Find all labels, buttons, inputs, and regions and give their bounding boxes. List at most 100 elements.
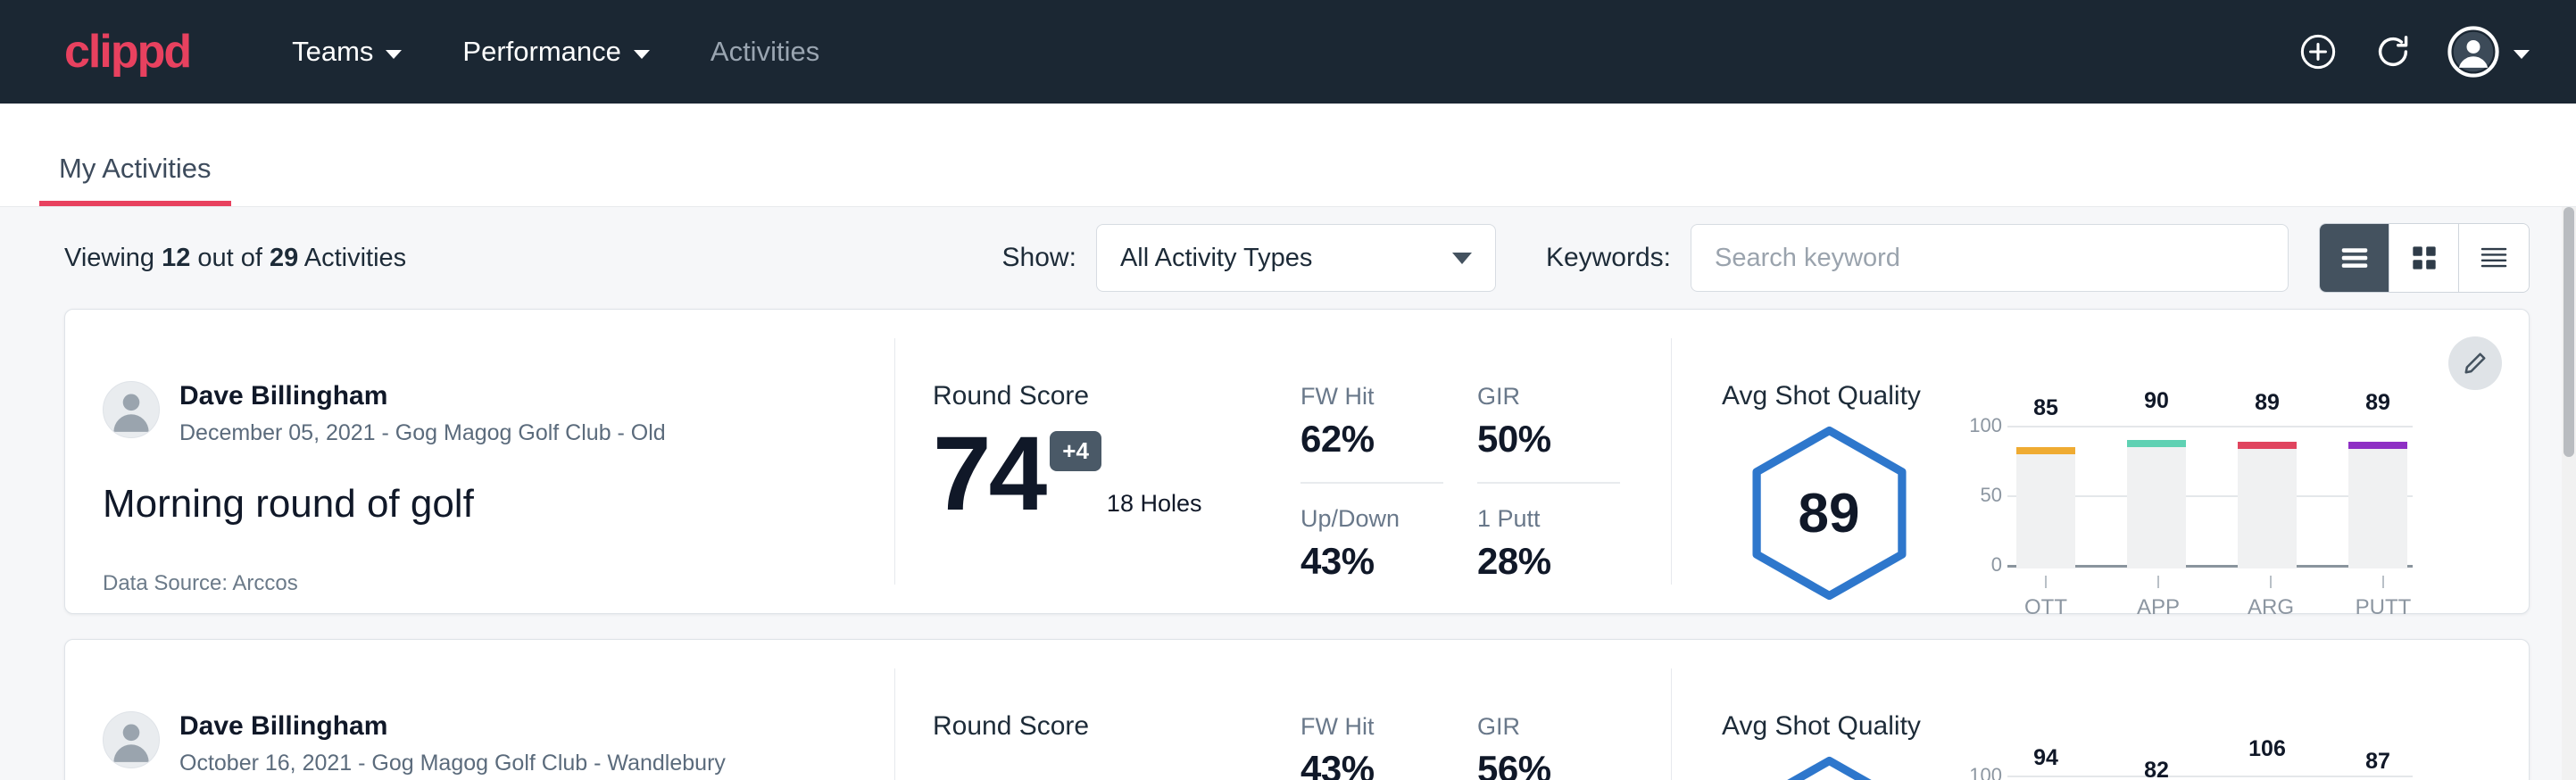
view-mode-toggle-group — [2319, 223, 2530, 293]
chart-plot-area: 100 50 0 85 90 — [1966, 426, 2413, 568]
bar-value-label: 94 — [2016, 745, 2075, 771]
stat-fw-hit: FW Hit 43% — [1300, 713, 1443, 780]
avatar — [103, 381, 160, 438]
stat-value: 62% — [1300, 418, 1443, 461]
bar-rect — [2127, 440, 2186, 568]
nav-label-teams: Teams — [292, 36, 373, 68]
bar-app: 90 — [2127, 426, 2186, 568]
nav-item-activities[interactable]: Activities — [707, 29, 823, 75]
clippd-logo[interactable]: clippd — [64, 29, 190, 75]
chevron-down-icon — [386, 50, 402, 59]
holes-played-label: 18 Holes — [1107, 490, 1202, 518]
tick-mark — [2382, 576, 2384, 588]
avg-shot-quality-column: Avg Shot Quality 89 100 — [1672, 338, 2529, 585]
stat-fw-hit: FW Hit 62% — [1300, 383, 1443, 484]
top-navigation-bar: clippd Teams Performance Activities — [0, 0, 2576, 104]
stat-label: GIR — [1477, 713, 1620, 741]
activity-type-select[interactable]: All Activity Types — [1096, 224, 1496, 292]
bar-value-label: 90 — [2127, 388, 2186, 414]
score-to-par-badge: +4 — [1050, 431, 1101, 471]
viewing-mid: out of — [190, 244, 270, 272]
filter-toolbar: Viewing 12 out of 29 Activities Show: Al… — [0, 207, 2576, 309]
activity-title: Morning round of golf — [103, 482, 894, 527]
activity-summary-column: Dave Billingham December 05, 2021 - Gog … — [65, 338, 895, 585]
main-nav-links: Teams Performance Activities — [288, 29, 823, 75]
edit-activity-button[interactable] — [2448, 336, 2502, 390]
compact-view-button[interactable] — [2459, 224, 2529, 292]
activity-meta: October 16, 2021 - Gog Magog Golf Club -… — [179, 751, 726, 776]
bar-rect — [2238, 442, 2297, 568]
nav-label-performance: Performance — [462, 36, 620, 68]
activity-author: Dave Billingham October 16, 2021 - Gog M… — [103, 711, 894, 776]
quality-score-value: 89 — [1747, 424, 1912, 602]
activity-card[interactable]: Dave Billingham October 16, 2021 - Gog M… — [64, 639, 2530, 780]
player-name: Dave Billingham — [179, 381, 666, 412]
bar-value-label: 87 — [2348, 749, 2407, 775]
data-source-label: Data Source: Arccos — [103, 571, 894, 596]
bar-arg: 106 — [2238, 756, 2297, 780]
bar-rect — [2016, 447, 2075, 568]
compact-list-icon — [2477, 241, 2511, 275]
tick-mark — [2157, 576, 2159, 588]
activity-card[interactable]: Dave Billingham December 05, 2021 - Gog … — [64, 309, 2530, 614]
chart-bars: 85 90 — [2016, 426, 2407, 568]
add-icon[interactable] — [2298, 31, 2339, 72]
nav-item-teams[interactable]: Teams — [288, 29, 405, 75]
bar-arg: 89 — [2238, 426, 2297, 568]
round-score-row: 74 +4 18 Holes — [933, 426, 1290, 523]
bar-app: 82 — [2127, 756, 2186, 780]
stat-gir: GIR 50% — [1477, 383, 1620, 484]
round-stats-grid: FW Hit 62% GIR 50% Up/Down 43% 1 Putt 28… — [1300, 383, 1620, 585]
activity-author: Dave Billingham December 05, 2021 - Gog … — [103, 381, 894, 446]
show-label: Show: — [1002, 243, 1076, 273]
stat-value: 50% — [1477, 418, 1620, 461]
chart-plot-area: 100 94 82 106 — [1966, 756, 2413, 780]
x-tick-ott: OTT — [2016, 576, 2075, 620]
avg-shot-quality-label: Avg Shot Quality — [1722, 381, 2529, 411]
top-nav-actions — [2298, 26, 2530, 78]
bar-value-label: 89 — [2238, 390, 2297, 416]
stat-one-putt: 1 Putt 28% — [1477, 484, 1620, 585]
stat-value: 28% — [1477, 540, 1620, 583]
avg-shot-quality-column: Avg Shot Quality 100 9 — [1672, 668, 2529, 780]
avg-shot-quality-body: 100 94 82 106 — [1722, 747, 2529, 780]
grid-view-button[interactable] — [2389, 224, 2459, 292]
round-stats-grid: FW Hit 43% GIR 56% — [1300, 713, 1620, 780]
bar-value-label: 82 — [2127, 758, 2186, 780]
avg-shot-quality-body: 89 100 50 0 85 — [1722, 417, 2529, 620]
bar-rect — [2348, 442, 2407, 568]
stat-value: 56% — [1477, 748, 1620, 780]
activity-meta: December 05, 2021 - Gog Magog Golf Club … — [179, 420, 666, 446]
activity-type-select-value: All Activity Types — [1120, 244, 1312, 273]
scrollbar-thumb[interactable] — [2564, 207, 2574, 457]
activity-summary-column: Dave Billingham October 16, 2021 - Gog M… — [65, 668, 895, 780]
tab-my-activities[interactable]: My Activities — [39, 153, 231, 206]
round-score-block: Round Score 74 +4 18 Holes — [933, 381, 1290, 585]
round-score-label: Round Score — [933, 381, 1290, 411]
page-scrollbar[interactable] — [2562, 207, 2576, 780]
avatar-menu[interactable] — [2447, 26, 2530, 78]
viewing-total-count: 29 — [270, 244, 298, 272]
shot-quality-bar-chart: 100 50 0 85 90 — [1966, 417, 2413, 620]
round-score-column: Round Score FW Hit 43% GIR 56% — [895, 668, 1672, 780]
page-tab-bar: My Activities — [0, 104, 2576, 207]
pencil-icon — [2462, 350, 2489, 377]
bar-cap — [2238, 442, 2297, 449]
nav-item-performance[interactable]: Performance — [459, 29, 652, 75]
round-score-label: Round Score — [933, 711, 1290, 742]
refresh-icon[interactable] — [2372, 31, 2414, 72]
viewing-prefix: Viewing — [64, 244, 162, 272]
nav-label-activities: Activities — [710, 36, 819, 68]
bar-value-label: 85 — [2016, 395, 2075, 421]
quality-hexagon — [1747, 754, 1912, 780]
chevron-down-icon — [1452, 253, 1472, 264]
bar-cap — [2127, 440, 2186, 447]
viewing-count-text: Viewing 12 out of 29 Activities — [64, 244, 406, 273]
bar-value-label: 89 — [2348, 390, 2407, 416]
round-score-value: 74 — [933, 426, 1044, 523]
x-tick-label: OTT — [2024, 595, 2067, 620]
list-view-button[interactable] — [2320, 224, 2389, 292]
y-tick-0: 0 — [1966, 553, 2002, 577]
activity-author-text: Dave Billingham December 05, 2021 - Gog … — [179, 381, 666, 446]
search-input[interactable] — [1691, 224, 2289, 292]
